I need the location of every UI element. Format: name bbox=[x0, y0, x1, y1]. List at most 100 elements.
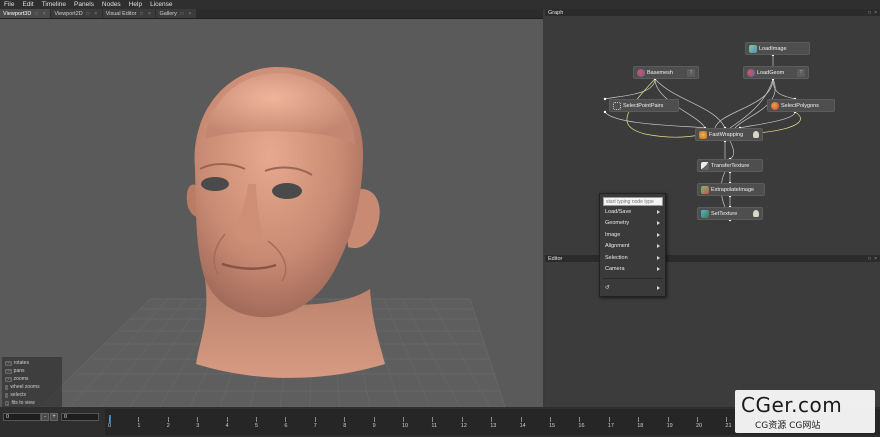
timeline-tick-label: 4 bbox=[225, 423, 229, 429]
node-extrapolate-image[interactable]: ExtrapolateImage bbox=[697, 183, 765, 196]
bulb-icon[interactable] bbox=[753, 131, 759, 138]
timeline-tick-label: 3 bbox=[196, 423, 200, 429]
timeline-tick bbox=[314, 417, 316, 422]
node-help-button[interactable]: ? bbox=[687, 68, 695, 77]
node-help-button[interactable]: ? bbox=[797, 68, 805, 77]
hint-key: Alt bbox=[5, 360, 12, 366]
tab-visual-editor[interactable]: Visual Editor □ × bbox=[102, 9, 156, 18]
tab-options-icon[interactable]: □ bbox=[33, 11, 39, 17]
timeline-decrement-button[interactable]: - bbox=[41, 413, 49, 421]
hint-row: Alt rotates bbox=[5, 359, 59, 367]
node-type-search-input[interactable] bbox=[603, 197, 663, 206]
graph-canvas[interactable]: LoadImage Basemesh ? LoadGeom ? SelectPo… bbox=[545, 16, 880, 255]
tab-viewport2d[interactable]: Viewport2D □ × bbox=[51, 9, 102, 18]
node-basemesh[interactable]: Basemesh ? bbox=[633, 66, 699, 79]
tab-close-icon[interactable]: × bbox=[93, 11, 99, 17]
hint-row: ◦ wheel zooms bbox=[5, 383, 59, 391]
tab-label: Viewport2D bbox=[54, 10, 83, 17]
timeline-tick-label: 21 bbox=[725, 423, 732, 429]
tab-viewport3d[interactable]: Viewport3D □ × bbox=[0, 9, 51, 18]
node-set-texture[interactable]: SetTexture bbox=[697, 207, 763, 220]
timeline-end-field[interactable]: 0 bbox=[61, 413, 99, 421]
node-select-point-pairs[interactable]: SelectPointPairs bbox=[609, 99, 679, 112]
timeline-tick bbox=[167, 417, 169, 422]
pane-close-icon[interactable]: × bbox=[874, 10, 877, 16]
timeline-tick-label: 5 bbox=[255, 423, 259, 429]
hint-text: pans bbox=[13, 368, 25, 374]
wrap-icon bbox=[699, 130, 707, 139]
pane-float-icon[interactable]: □ bbox=[868, 256, 871, 262]
graph-header: Graph □ × bbox=[545, 9, 880, 16]
timeline-tick-label: 12 bbox=[460, 423, 467, 429]
node-transfer-texture[interactable]: TransferTexture bbox=[697, 159, 763, 172]
menu-item-camera[interactable]: Camera bbox=[603, 264, 662, 276]
menu-edit[interactable]: Edit bbox=[18, 1, 37, 8]
hint-text: wheel zooms bbox=[10, 384, 40, 390]
viewport-3d[interactable]: Alt rotates Alt pans Alt zooms ◦ wheel zooms… bbox=[0, 19, 543, 407]
node-label: SetTexture bbox=[711, 210, 738, 217]
menu-item-label: Load/Save bbox=[605, 208, 632, 215]
timeline-tick bbox=[344, 417, 346, 422]
menu-item-extra[interactable]: ↺ bbox=[603, 282, 662, 294]
menu-item-geometry[interactable]: Geometry bbox=[603, 218, 662, 230]
hint-key: Alt bbox=[5, 376, 12, 382]
mouse-wheel-icon: ◦ bbox=[5, 384, 9, 390]
timeline-tick-label: 10 bbox=[402, 423, 409, 429]
tab-options-icon[interactable]: □ bbox=[179, 11, 185, 17]
right-eye-socket bbox=[272, 183, 302, 199]
graph-pane: Graph □ × LoadImage Basemesh ? LoadGeom … bbox=[545, 9, 880, 255]
timeline-tick bbox=[491, 417, 493, 422]
tab-label: Gallery bbox=[159, 10, 177, 17]
menu-item-selection[interactable]: Selection bbox=[603, 252, 662, 264]
tab-close-icon[interactable]: × bbox=[187, 11, 193, 17]
node-label: FastWrapping bbox=[709, 131, 744, 138]
pane-float-icon[interactable]: □ bbox=[868, 10, 871, 16]
menu-file[interactable]: File bbox=[0, 1, 18, 8]
timeline-tick-label: 20 bbox=[696, 423, 703, 429]
menu-item-alignment[interactable]: Alignment bbox=[603, 241, 662, 253]
timeline-tick bbox=[579, 417, 581, 422]
menu-timeline[interactable]: Timeline bbox=[38, 1, 70, 8]
timeline-tick bbox=[138, 417, 140, 422]
tab-gallery[interactable]: Gallery □ × bbox=[156, 9, 196, 18]
submenu-arrow-icon bbox=[657, 267, 660, 272]
tab-close-icon[interactable]: × bbox=[41, 11, 47, 17]
set-texture-icon bbox=[701, 209, 709, 218]
tab-close-icon[interactable]: × bbox=[146, 11, 152, 17]
node-load-geom[interactable]: LoadGeom ? bbox=[743, 66, 809, 79]
mouse-click-icon: ◦ bbox=[5, 392, 9, 398]
menu-panels[interactable]: Panels bbox=[70, 1, 98, 8]
timeline-increment-button[interactable]: + bbox=[50, 413, 58, 421]
node-label: SelectPolygons bbox=[781, 102, 819, 109]
timeline-tick-label: 2 bbox=[166, 423, 170, 429]
menu-separator bbox=[603, 278, 662, 279]
menu-item-load-save[interactable]: Load/Save bbox=[603, 206, 662, 218]
submenu-arrow-icon bbox=[657, 232, 660, 237]
timeline-tick-label: 14 bbox=[519, 423, 526, 429]
menu-help[interactable]: Help bbox=[125, 1, 146, 8]
viewport-hints: Alt rotates Alt pans Alt zooms ◦ wheel zooms… bbox=[2, 357, 62, 407]
node-select-polygons[interactable]: SelectPolygons bbox=[767, 99, 835, 112]
geometry-icon bbox=[747, 68, 755, 77]
submenu-arrow-icon bbox=[657, 255, 660, 260]
pane-controls: □ × bbox=[868, 256, 877, 262]
menu-nodes[interactable]: Nodes bbox=[98, 1, 125, 8]
node-load-image[interactable]: LoadImage bbox=[745, 42, 810, 55]
timeline-start-field[interactable]: 0 bbox=[3, 413, 41, 421]
timeline-tick bbox=[608, 417, 610, 422]
menu-license[interactable]: License bbox=[146, 1, 176, 8]
node-fast-wrapping[interactable]: FastWrapping bbox=[695, 128, 763, 141]
hint-text: rotates bbox=[13, 360, 29, 366]
bulb-icon[interactable] bbox=[753, 210, 759, 217]
graph-title: Graph bbox=[548, 9, 564, 16]
timeline-tick-label: 0 bbox=[108, 423, 112, 429]
watermark-subtitle: CG资源 CG网站 bbox=[755, 421, 821, 431]
tab-options-icon[interactable]: □ bbox=[85, 11, 91, 17]
tab-options-icon[interactable]: □ bbox=[138, 11, 144, 17]
menu-item-image[interactable]: Image bbox=[603, 229, 662, 241]
hint-row: ◦ selects bbox=[5, 391, 59, 399]
node-label: SelectPointPairs bbox=[623, 102, 664, 109]
pane-close-icon[interactable]: × bbox=[874, 256, 877, 262]
timeline-tick bbox=[109, 417, 110, 422]
timeline-tick-label: 13 bbox=[490, 423, 497, 429]
